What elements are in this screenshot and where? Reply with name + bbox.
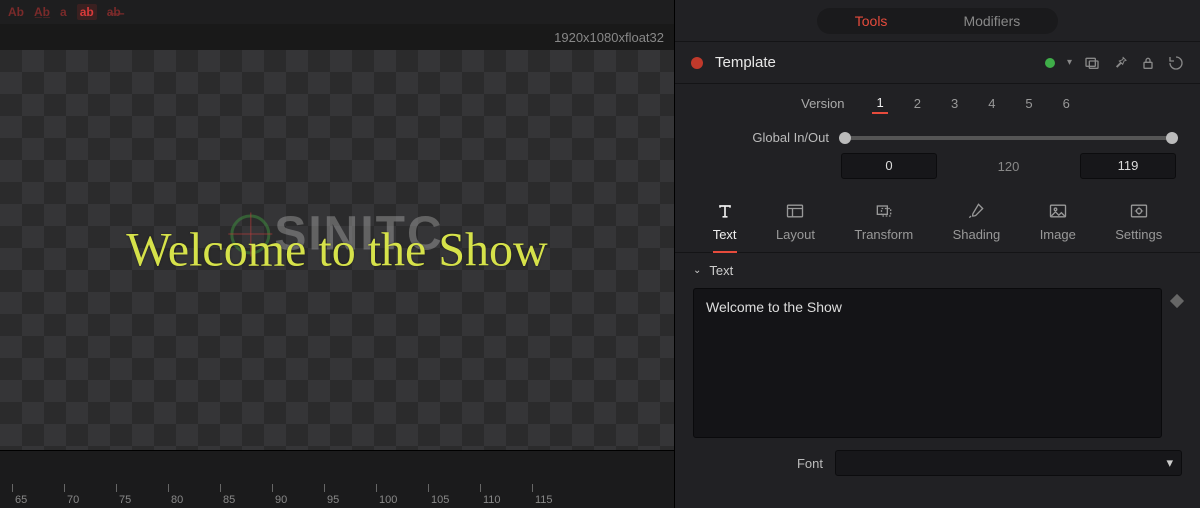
subtab-settings-label: Settings <box>1115 227 1162 242</box>
font-select[interactable]: ▾ <box>835 450 1182 476</box>
chevron-down-icon[interactable]: ▾ <box>1067 57 1072 68</box>
inspector-panel: Tools Modifiers Template ▾ Version 1 2 3… <box>674 0 1200 508</box>
resolution-label: 1920x1080xfloat32 <box>554 30 664 45</box>
viewer-resolution-bar: 1920x1080xfloat32 <box>0 24 674 50</box>
subtab-text[interactable]: Text <box>713 201 737 252</box>
font-row: Font ▾ <box>675 438 1200 476</box>
pin-icon[interactable] <box>1112 55 1128 71</box>
global-io-slider[interactable] <box>841 136 1176 140</box>
subtab-transform-label: Transform <box>854 227 913 242</box>
node-enable-toggle[interactable] <box>691 57 703 69</box>
version-1[interactable]: 1 <box>872 93 887 114</box>
style-a-lower-icon[interactable]: a <box>60 5 67 19</box>
tick-label: 100 <box>379 494 397 506</box>
global-in-out: Global In/Out 0 120 119 <box>675 122 1200 191</box>
text-style-toolbar: Ab A̲b̲ a ab a̶b̶ <box>0 0 674 24</box>
version-4[interactable]: 4 <box>984 94 999 113</box>
tick-label: 85 <box>223 494 235 506</box>
brush-icon <box>966 201 986 221</box>
timeline-ruler[interactable]: 65 70 75 80 85 90 95 100 105 110 115 <box>0 486 674 508</box>
subtab-text-label: Text <box>713 227 737 242</box>
image-icon <box>1048 201 1068 221</box>
node-color-dot[interactable] <box>1045 58 1055 68</box>
style-ab-active-icon[interactable]: ab <box>77 4 97 20</box>
tick-label: 95 <box>327 494 339 506</box>
font-label: Font <box>693 456 823 471</box>
global-out-value[interactable]: 119 <box>1080 153 1176 179</box>
version-3[interactable]: 3 <box>947 94 962 113</box>
style-ab-plain-icon[interactable]: Ab <box>8 5 24 19</box>
tick-label: 90 <box>275 494 287 506</box>
reset-icon[interactable] <box>1168 55 1184 71</box>
subtab-transform[interactable]: Transform <box>854 201 913 252</box>
canvas-viewer[interactable]: SINITC Welcome to the Show <box>0 50 674 450</box>
style-ab-underline-icon[interactable]: A̲b̲ <box>34 5 50 19</box>
tab-tools[interactable]: Tools <box>817 8 926 34</box>
subtab-shading-label: Shading <box>953 227 1001 242</box>
section-text-label: Text <box>709 263 733 278</box>
chevron-down-icon: ⌄ <box>693 265 701 276</box>
tick-label: 115 <box>535 494 553 506</box>
subtab-settings[interactable]: Settings <box>1115 201 1162 252</box>
version-2[interactable]: 2 <box>910 94 925 113</box>
tick-label: 75 <box>119 494 131 506</box>
tab-modifiers[interactable]: Modifiers <box>925 8 1058 34</box>
transform-icon <box>874 201 894 221</box>
canvas-text-preview[interactable]: Welcome to the Show <box>126 223 547 278</box>
range-thumb-in[interactable] <box>839 132 851 144</box>
global-in-value[interactable]: 0 <box>841 153 937 179</box>
tick-label: 80 <box>171 494 183 506</box>
node-header: Template ▾ <box>675 42 1200 84</box>
subtab-layout-label: Layout <box>776 227 815 242</box>
text-input[interactable] <box>693 288 1162 438</box>
window-icon[interactable] <box>1084 55 1100 71</box>
section-text-header[interactable]: ⌄ Text <box>675 253 1200 288</box>
version-label: Version <box>801 96 844 111</box>
subtab-shading[interactable]: Shading <box>953 201 1001 252</box>
gear-icon <box>1129 201 1149 221</box>
keyframe-diamond-icon[interactable] <box>1170 294 1184 308</box>
chevron-down-icon: ▾ <box>1166 455 1173 471</box>
style-ab-strike-icon[interactable]: a̶b̶ <box>107 5 121 19</box>
tick-label: 110 <box>483 494 501 506</box>
layout-icon <box>785 201 805 221</box>
tick-label: 105 <box>431 494 449 506</box>
global-mid-value: 120 <box>998 159 1020 174</box>
version-5[interactable]: 5 <box>1021 94 1036 113</box>
global-io-label: Global In/Out <box>699 130 829 145</box>
tick-label: 65 <box>15 494 27 506</box>
range-thumb-out[interactable] <box>1166 132 1178 144</box>
viewer-panel: Ab A̲b̲ a ab a̶b̶ 1920x1080xfloat32 SINI… <box>0 0 674 508</box>
inspector-subtabs: Text Layout Transform Shading Image Sett… <box>675 191 1200 253</box>
version-row: Version 1 2 3 4 5 6 <box>675 84 1200 122</box>
subtab-image-label: Image <box>1040 227 1076 242</box>
inspector-top-tabs: Tools Modifiers <box>675 0 1200 42</box>
text-icon <box>715 201 735 221</box>
subtab-image[interactable]: Image <box>1040 201 1076 252</box>
version-6[interactable]: 6 <box>1059 94 1074 113</box>
subtab-layout[interactable]: Layout <box>776 201 815 252</box>
tick-label: 70 <box>67 494 79 506</box>
node-name-label[interactable]: Template <box>715 54 1033 71</box>
lock-icon[interactable] <box>1140 55 1156 71</box>
timeline-strip: 65 70 75 80 85 90 95 100 105 110 115 <box>0 450 674 508</box>
